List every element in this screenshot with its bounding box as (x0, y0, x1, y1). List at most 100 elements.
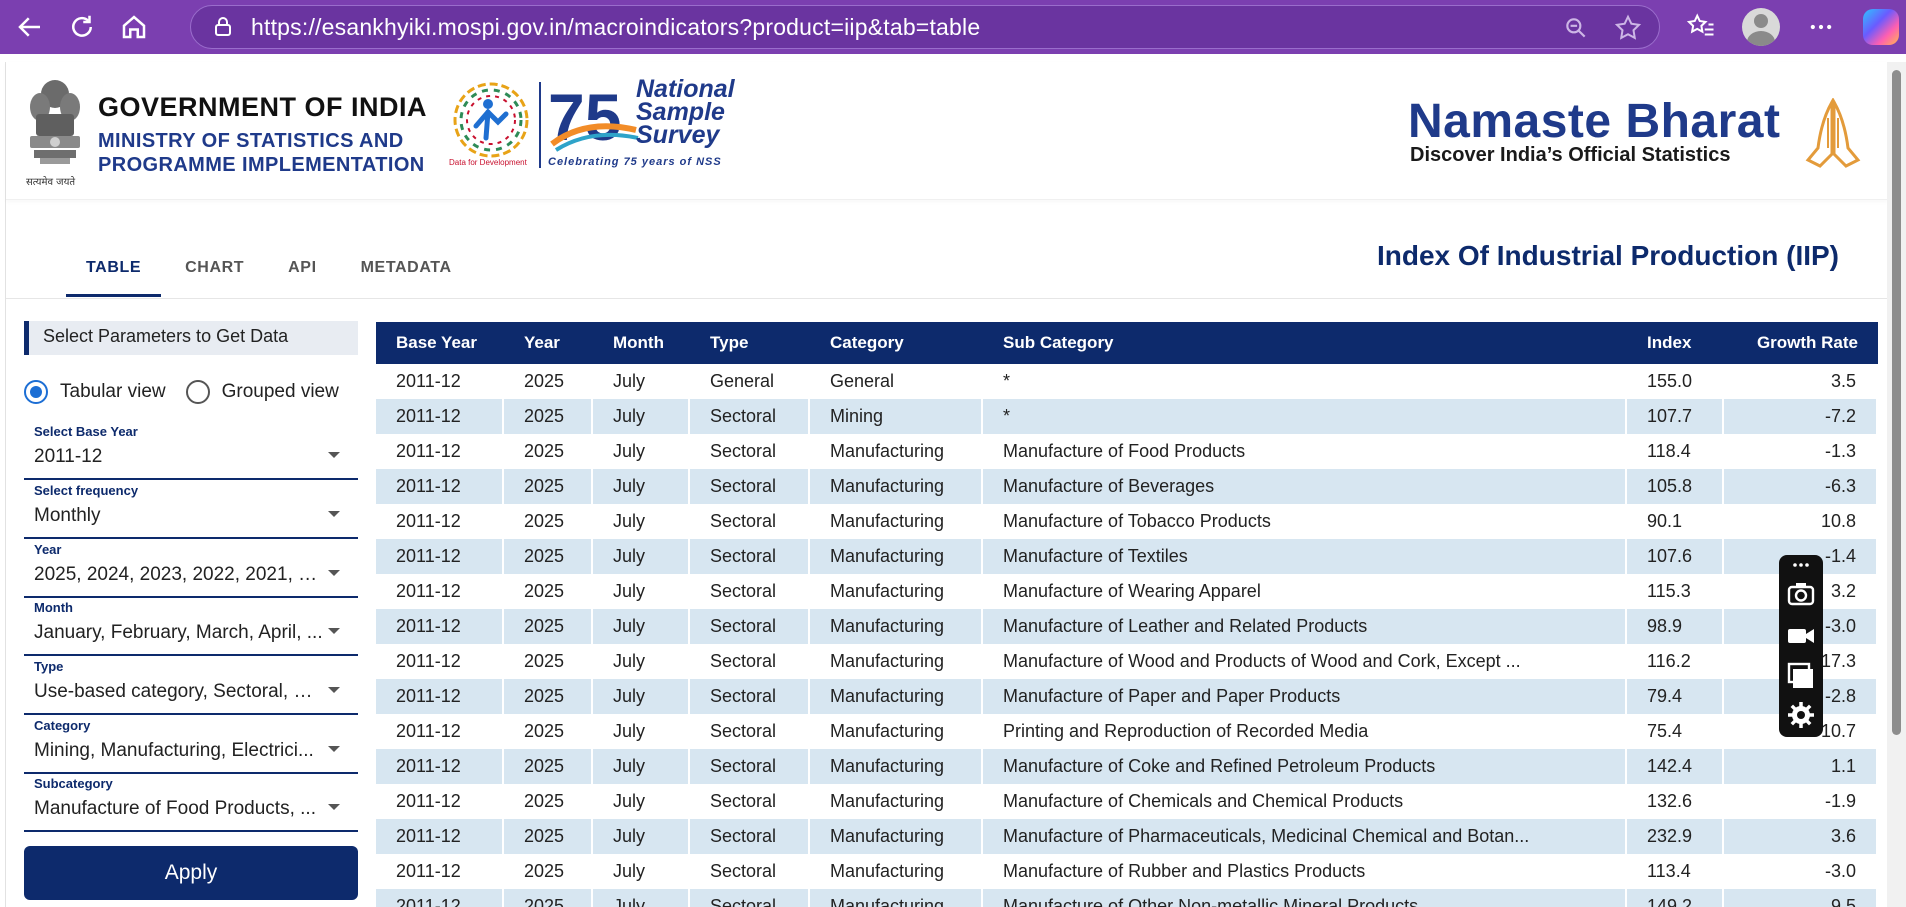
address-bar[interactable]: https://esankhyiki.mospi.gov.in/macroind… (190, 5, 1660, 49)
month-select[interactable]: Month January, February, March, April, .… (24, 600, 358, 656)
type-cell: Sectoral (690, 749, 810, 784)
camera-icon[interactable] (1786, 579, 1816, 609)
column-header[interactable]: Type (690, 322, 810, 364)
column-header[interactable]: Sub Category (983, 322, 1627, 364)
table-row[interactable]: 2011-12 2025 July Sectoral Manufacturing Manu… (376, 784, 1878, 819)
grouped-view-radio[interactable] (185, 380, 210, 404)
subcategory-cell: * (983, 364, 1627, 399)
base-year-cell: 2011-12 (376, 714, 504, 749)
nss-title: National Sample Survey (636, 77, 735, 148)
growth-rate-cell: -3.0 (1724, 854, 1878, 889)
home-icon (122, 15, 146, 39)
table-row[interactable]: 2011-12 2025 July Sectoral Manufacturing Manu… (376, 504, 1878, 539)
chevron-down-icon[interactable] (328, 804, 340, 810)
type-select[interactable]: Type Use-based category, Sectoral, G... (24, 659, 358, 715)
table-row[interactable]: 2011-12 2025 July Sectoral Manufacturing Manu… (376, 644, 1878, 679)
copilot-button[interactable] (1860, 6, 1902, 48)
chevron-down-icon[interactable] (328, 452, 340, 458)
base-year-select[interactable]: Select Base Year 2011-12 (24, 424, 358, 480)
table-row[interactable]: 2011-12 2025 July Sectoral Manufacturing Manu… (376, 749, 1878, 784)
tabular-view-radio[interactable] (24, 380, 48, 404)
column-header[interactable]: Growth Rate (1724, 322, 1878, 364)
more-icon[interactable] (1786, 557, 1816, 573)
tab-table[interactable]: TABLE (66, 245, 162, 297)
table-row[interactable]: 2011-12 2025 July Sectoral Manufacturing Manu… (376, 574, 1878, 609)
month-cell: July (593, 504, 690, 539)
page-scrollbar[interactable] (1887, 62, 1906, 907)
star-icon[interactable] (1613, 13, 1643, 43)
browser-toolbar: https://esankhyiki.mospi.gov.in/macroind… (0, 0, 1906, 54)
back-button[interactable] (8, 5, 52, 49)
month-cell: July (593, 399, 690, 434)
category-cell: General (810, 364, 983, 399)
category-cell: Mining (810, 399, 983, 434)
tabular-view-option[interactable]: Tabular view (24, 380, 166, 404)
table-row[interactable]: 2011-12 2025 July Sectoral Manufacturing Manu… (376, 434, 1878, 469)
base-year-cell: 2011-12 (376, 434, 504, 469)
home-button[interactable] (112, 5, 156, 49)
category-cell: Manufacturing (810, 854, 983, 889)
table-row[interactable]: 2011-12 2025 July Sectoral Manufacturing Manu… (376, 854, 1878, 889)
frequency-select[interactable]: Select frequency Monthly (24, 483, 358, 539)
table-row[interactable]: 2011-12 2025 July Sectoral Manufacturing Manu… (376, 679, 1878, 714)
table-row[interactable]: 2011-12 2025 July Sectoral Manufacturing Manu… (376, 889, 1878, 907)
column-header[interactable]: Base Year (376, 322, 504, 364)
video-icon[interactable] (1786, 621, 1816, 651)
month-cell: July (593, 434, 690, 469)
emblem-motto: सत्यमेव जयते (26, 177, 76, 188)
tab-chart[interactable]: CHART (165, 245, 264, 297)
base-year-cell: 2011-12 (376, 399, 504, 434)
column-header[interactable]: Index (1627, 322, 1724, 364)
tab-api[interactable]: API (268, 245, 336, 297)
namaste-bharat-subtitle: Discover India’s Official Statistics (1410, 144, 1731, 166)
growth-rate-cell: -6.3 (1724, 469, 1878, 504)
table-row[interactable]: 2011-12 2025 July Sectoral Manufacturing Manu… (376, 539, 1878, 574)
table-row[interactable]: 2011-12 2025 July Sectoral Manufacturing Manu… (376, 469, 1878, 504)
gear-icon[interactable] (1786, 700, 1816, 730)
month-label: Month (34, 600, 73, 615)
type-cell: Sectoral (690, 434, 810, 469)
table-row[interactable]: 2011-12 2025 July General General * 155.0 3.5 (376, 364, 1878, 399)
month-cell: July (593, 749, 690, 784)
window-icon[interactable] (1786, 661, 1816, 691)
chevron-down-icon[interactable] (328, 628, 340, 634)
nss-75-logo-icon: 75 (548, 80, 639, 154)
tab-metadata[interactable]: METADATA (341, 245, 472, 297)
table-row[interactable]: 2011-12 2025 July Sectoral Manufacturing Manu… (376, 609, 1878, 644)
base-year-cell: 2011-12 (376, 364, 504, 399)
year-cell: 2025 (504, 399, 593, 434)
logo-divider (539, 82, 541, 168)
year-cell: 2025 (504, 714, 593, 749)
subcategory-cell: Manufacture of Pharmaceuticals, Medicina… (983, 819, 1627, 854)
grouped-view-option[interactable]: Grouped view (185, 380, 339, 404)
profile-button[interactable] (1740, 6, 1782, 48)
reload-button[interactable] (60, 5, 104, 49)
subcategory-select[interactable]: Subcategory Manufacture of Food Products… (24, 776, 358, 832)
column-header[interactable]: Year (504, 322, 593, 364)
table-row[interactable]: 2011-12 2025 July Sectoral Mining * 107.7 -7.2 (376, 399, 1878, 434)
growth-rate-cell: 3.6 (1724, 819, 1878, 854)
chevron-down-icon[interactable] (328, 511, 340, 517)
column-header[interactable]: Month (593, 322, 690, 364)
subcategory-cell: Printing and Reproduction of Recorded Me… (983, 714, 1627, 749)
chevron-down-icon[interactable] (328, 570, 340, 576)
year-select[interactable]: Year 2025, 2024, 2023, 2022, 2021, 2... (24, 542, 358, 598)
apply-button[interactable]: Apply (24, 846, 358, 900)
column-header[interactable]: Category (810, 322, 983, 364)
type-cell: Sectoral (690, 679, 810, 714)
type-cell: Sectoral (690, 644, 810, 679)
chevron-down-icon[interactable] (328, 687, 340, 693)
table-body: 2011-12 2025 July General General * 155.0 3.5 20… (376, 364, 1878, 907)
more-button[interactable] (1800, 6, 1842, 48)
table-row[interactable]: 2011-12 2025 July Sectoral Manufacturing Manu… (376, 819, 1878, 854)
scrollbar-thumb[interactable] (1892, 70, 1901, 735)
lock-icon (215, 17, 231, 36)
chevron-down-icon[interactable] (328, 746, 340, 752)
month-cell: July (593, 889, 690, 907)
base-year-cell: 2011-12 (376, 469, 504, 504)
zoom-out-icon[interactable] (1563, 15, 1589, 41)
table-row[interactable]: 2011-12 2025 July Sectoral Manufacturing Prin… (376, 714, 1878, 749)
nso-caption: Data for Development (449, 158, 527, 167)
category-select[interactable]: Category Mining, Manufacturing, Electric… (24, 718, 358, 774)
favorites-button[interactable] (1680, 6, 1722, 48)
